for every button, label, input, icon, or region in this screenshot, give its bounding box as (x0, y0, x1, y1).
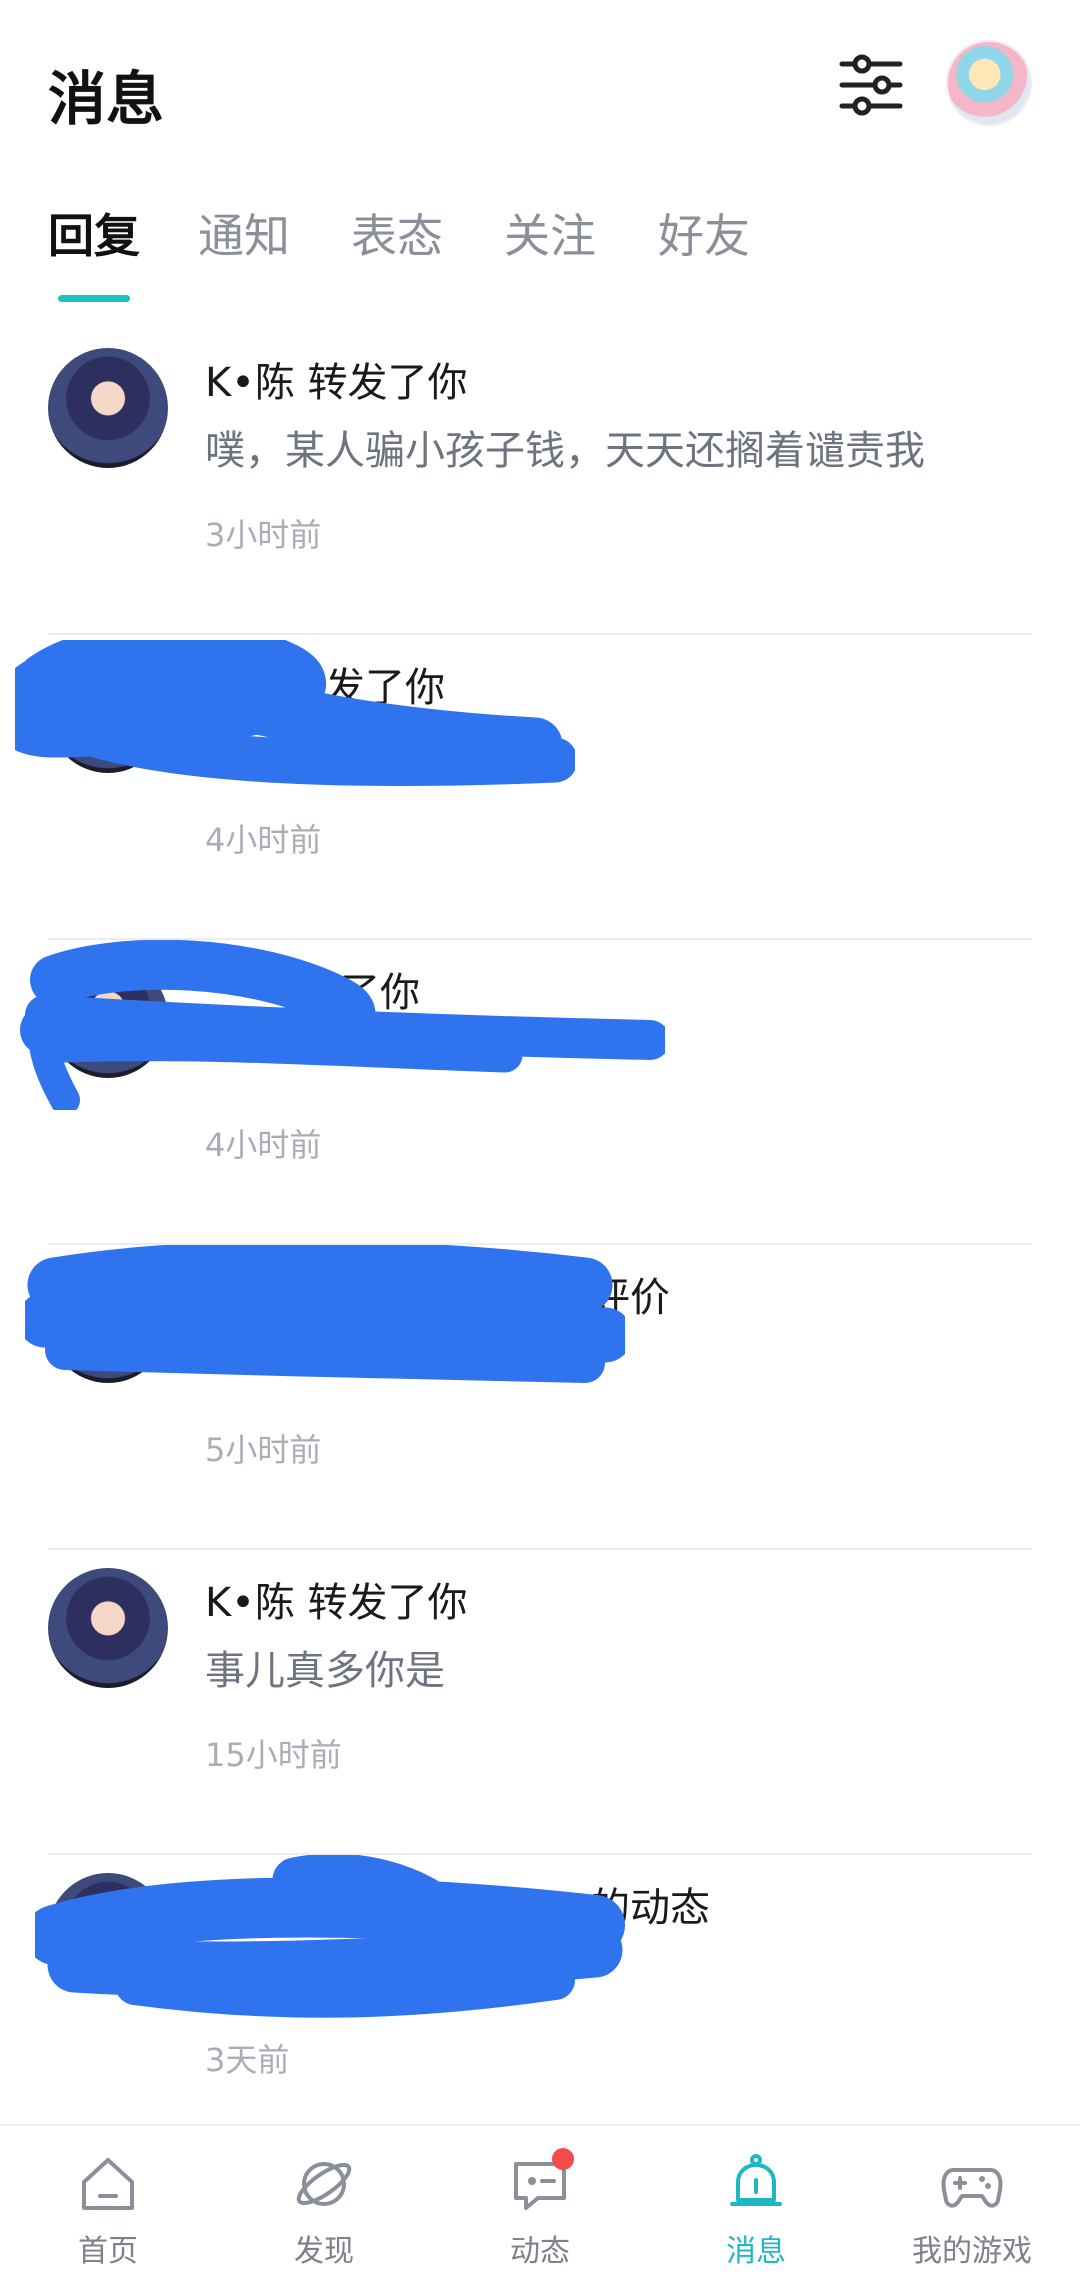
home-icon (82, 2158, 134, 2210)
bottom-navigation: 首页 发现 动态 消息 我的游戏 (0, 2124, 1080, 2288)
message-title: K•陈 转发了你 (205, 1580, 468, 1626)
tab-friends[interactable]: 好友 (658, 200, 750, 266)
tab-reactions[interactable]: 表态 (351, 200, 443, 266)
nav-label: 首页 (78, 2234, 138, 2269)
message-preview: 事儿真多你是 (205, 1648, 445, 1694)
tab-reply[interactable]: 回复 (48, 200, 140, 266)
message-time: 4小时前 (205, 1126, 322, 1164)
message-title: 的评价 (550, 1275, 670, 1321)
message-preview: 噗，某人骗小孩子钱，天天还搁着谴责我 (205, 428, 925, 474)
message-title: 转发了你 (285, 665, 445, 711)
message-time: 3天前 (205, 2041, 290, 2079)
message-time: 3小时前 (205, 516, 322, 554)
planet-icon (296, 2162, 352, 2206)
list-item[interactable]: 的动态 3天前 (0, 1855, 1080, 2160)
avatar[interactable] (48, 348, 168, 468)
filter-settings-button[interactable] (838, 52, 904, 118)
avatar[interactable] (48, 958, 168, 1078)
message-time: 5小时前 (205, 1431, 322, 1469)
avatar[interactable] (48, 1873, 168, 1993)
list-item[interactable]: 发了你 4小时前 (0, 940, 1080, 1245)
nav-home[interactable]: 首页 (8, 2152, 208, 2272)
message-title: 的动态 (590, 1885, 710, 1931)
avatar[interactable] (48, 653, 168, 773)
message-time: 15小时前 (205, 1736, 342, 1774)
nav-label: 我的游戏 (912, 2234, 1032, 2269)
nav-label: 发现 (294, 2234, 354, 2269)
avatar[interactable] (48, 1263, 168, 1383)
nav-feed[interactable]: 动态 (440, 2148, 640, 2272)
gamepad-icon (941, 2168, 1003, 2208)
list-item[interactable]: K•陈 转发了你 事儿真多你是 15小时前 (0, 1550, 1080, 1855)
nav-my-games[interactable]: 我的游戏 (872, 2152, 1072, 2272)
message-title: K•陈 转发了你 (205, 360, 468, 406)
list-item[interactable]: 的评价 5小时前 (0, 1245, 1080, 1550)
nav-discover[interactable]: 发现 (224, 2152, 424, 2272)
list-item[interactable]: K•陈 转发了你 噗，某人骗小孩子钱，天天还搁着谴责我 3小时前 (0, 330, 1080, 635)
message-time: 4小时前 (205, 821, 322, 859)
nav-label: 消息 (726, 2234, 786, 2269)
active-tab-indicator (58, 295, 130, 302)
tab-notifications[interactable]: 通知 (198, 200, 290, 266)
nav-label: 动态 (510, 2234, 570, 2269)
header: 消息 (0, 0, 1080, 170)
message-title: 发了你 (300, 970, 420, 1016)
bell-icon (730, 2154, 782, 2206)
list-item[interactable]: 转发了你 4小时前 (0, 635, 1080, 940)
nav-messages[interactable]: 消息 (656, 2152, 856, 2272)
avatar[interactable] (48, 1568, 168, 1688)
sliders-icon (839, 54, 903, 116)
tab-following[interactable]: 关注 (504, 200, 596, 266)
user-avatar[interactable] (946, 40, 1032, 126)
page-title: 消息 (48, 65, 165, 133)
notification-badge (552, 2148, 574, 2170)
